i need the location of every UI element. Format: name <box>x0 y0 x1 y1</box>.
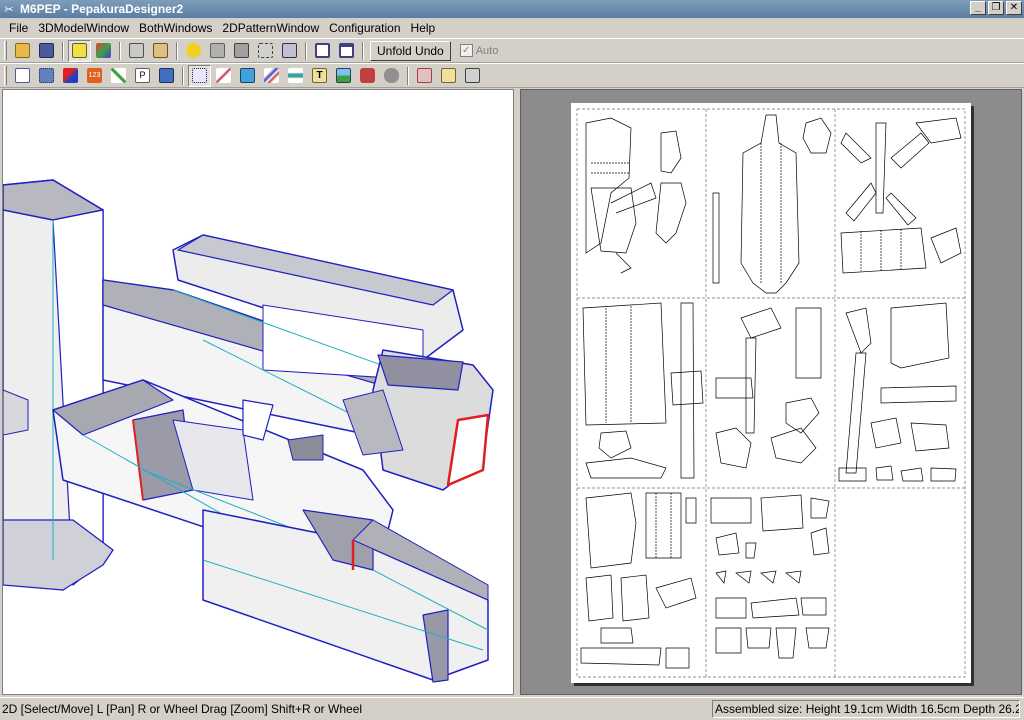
copy-icon <box>441 68 456 83</box>
3d-model-canvas[interactable] <box>3 90 514 695</box>
box3-icon <box>282 43 297 58</box>
check-icon: ✓ <box>459 44 473 57</box>
box2-icon <box>234 43 249 58</box>
parts-icon <box>360 68 375 83</box>
light-icon <box>186 43 201 58</box>
pen-icon <box>63 68 78 83</box>
paint-button[interactable] <box>68 39 91 62</box>
page-icon <box>15 68 30 83</box>
auto-label: Auto <box>475 44 499 57</box>
pattern-paper[interactable] <box>571 103 971 683</box>
shaded-button[interactable] <box>149 40 172 62</box>
cube-shaded-icon <box>153 43 168 58</box>
undo-button[interactable] <box>380 65 403 87</box>
numbers-button[interactable]: 123 <box>83 65 106 87</box>
paint-icon <box>72 43 87 58</box>
open-button[interactable] <box>11 40 34 62</box>
texture-button[interactable] <box>92 40 115 62</box>
edges-icon <box>258 43 273 58</box>
print-button[interactable] <box>461 65 484 87</box>
move-button[interactable] <box>155 65 178 87</box>
unfold-undo-button[interactable]: Unfold Undo <box>370 40 451 61</box>
print-icon <box>465 68 480 83</box>
toolbar-grip[interactable] <box>4 41 7 60</box>
flap-icon <box>288 68 303 83</box>
pattern-canvas[interactable] <box>571 103 971 683</box>
window1-icon <box>315 43 330 58</box>
ruler-button[interactable] <box>236 65 259 87</box>
select-move-button[interactable] <box>188 64 211 87</box>
fold-button[interactable] <box>260 65 283 87</box>
image-button[interactable] <box>332 65 355 87</box>
close-button[interactable]: ✕ <box>1006 1 1022 15</box>
main-toolbar: Unfold Undo ✓ Auto <box>0 38 1024 63</box>
save-icon <box>39 43 54 58</box>
cube-icon <box>129 43 144 58</box>
select-icon <box>39 68 54 83</box>
undo-icon <box>384 68 399 83</box>
restore-button[interactable]: ❐ <box>988 1 1004 15</box>
toolbar-grip[interactable] <box>4 66 7 85</box>
fold-icon <box>264 68 279 83</box>
join-button[interactable] <box>212 65 235 87</box>
flap-button[interactable] <box>284 65 307 87</box>
title-bar: ✂ M6PEP - PepakuraDesigner2 _ ❐ ✕ <box>0 0 1024 18</box>
light-button[interactable] <box>182 40 205 62</box>
texture-icon <box>96 43 111 58</box>
copy-button[interactable] <box>437 65 460 87</box>
2d-pattern-view[interactable] <box>520 89 1022 695</box>
image-icon <box>336 68 351 83</box>
export-button[interactable] <box>413 65 436 87</box>
window1-button[interactable] <box>311 40 334 62</box>
window-title: M6PEP - PepakuraDesigner2 <box>20 2 184 16</box>
box-icon <box>210 43 225 58</box>
numbers-icon: 123 <box>87 68 102 83</box>
text-icon: T <box>312 68 327 83</box>
menu-bar: File 3DModelWindow BothWindows 2DPattern… <box>0 18 1024 38</box>
open-icon <box>15 43 30 58</box>
select-arrow-icon <box>192 68 207 83</box>
window2-icon <box>339 43 354 58</box>
menu-2dpatternwindow[interactable]: 2DPatternWindow <box>217 21 324 35</box>
menu-help[interactable]: Help <box>406 21 441 35</box>
menu-file[interactable]: File <box>4 21 33 35</box>
status-bar: 2D [Select/Move] L [Pan] R or Wheel Drag… <box>0 697 1024 720</box>
wireframe-button[interactable] <box>125 40 148 62</box>
line-icon <box>111 68 126 83</box>
box2-button[interactable] <box>230 40 253 62</box>
page-setup-button[interactable]: P <box>131 65 154 87</box>
edges-button[interactable] <box>254 40 277 62</box>
box3-button[interactable] <box>278 40 301 62</box>
app-icon[interactable]: ✂ <box>2 2 16 16</box>
page-button[interactable] <box>11 65 34 87</box>
parts-button[interactable] <box>356 65 379 87</box>
menu-3dmodelwindow[interactable]: 3DModelWindow <box>33 21 134 35</box>
menu-bothwindows[interactable]: BothWindows <box>134 21 217 35</box>
line-button[interactable] <box>107 65 130 87</box>
move-icon <box>159 68 174 83</box>
join-icon <box>216 68 231 83</box>
minimize-button[interactable]: _ <box>970 1 986 15</box>
text-button[interactable]: T <box>308 65 331 87</box>
menu-configuration[interactable]: Configuration <box>324 21 405 35</box>
save-button[interactable] <box>35 40 58 62</box>
page-setup-icon: P <box>135 68 150 83</box>
ruler-icon <box>240 68 255 83</box>
pen-button[interactable] <box>59 65 82 87</box>
status-hint: 2D [Select/Move] L [Pan] R or Wheel Drag… <box>2 702 363 716</box>
box-button[interactable] <box>206 40 229 62</box>
export-icon <box>417 68 432 83</box>
auto-checkbox[interactable]: ✓ Auto <box>459 44 499 57</box>
assembled-size: Assembled size: Height 19.1cm Width 16.5… <box>712 700 1020 718</box>
3d-model-view[interactable] <box>2 89 514 695</box>
edit-toolbar: 123 P T <box>0 63 1024 88</box>
window2-button[interactable] <box>335 40 358 62</box>
select-area-button[interactable] <box>35 65 58 87</box>
